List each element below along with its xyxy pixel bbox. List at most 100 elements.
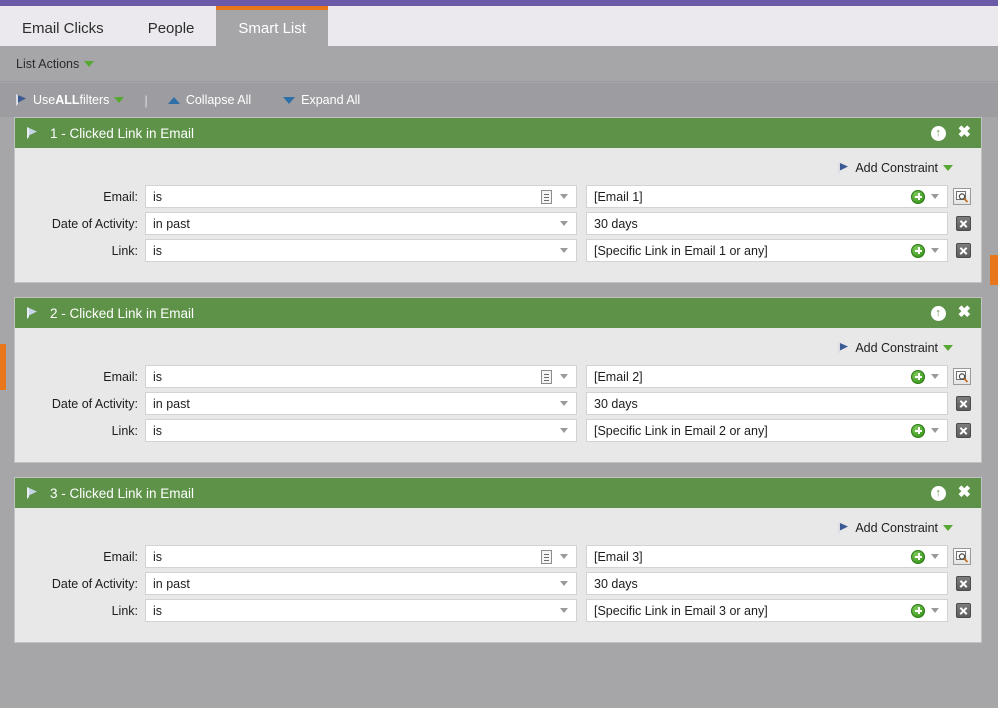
add-value-icon[interactable] [911, 603, 925, 618]
chevron-down-icon[interactable] [560, 401, 568, 406]
row-actions [948, 423, 971, 438]
value-input[interactable]: [Email 1] [586, 185, 948, 208]
panel-header-icons: ↑ ✖ [930, 125, 971, 141]
panel-header-icons: ↑ ✖ [930, 305, 971, 321]
close-icon[interactable]: ✖ [958, 305, 971, 321]
chevron-down-icon[interactable] [931, 428, 939, 433]
operator-select[interactable]: is [145, 419, 577, 442]
tab-smart-list[interactable]: Smart List [216, 6, 328, 46]
filter-panel-body: Add Constraint Email: is [Email 1] Date of A… [15, 148, 981, 282]
tab-email-clicks[interactable]: Email Clicks [0, 6, 126, 46]
list-document-icon[interactable] [541, 189, 552, 204]
tab-people[interactable]: People [126, 6, 217, 46]
up-arrow-circle-icon[interactable]: ↑ [930, 305, 946, 321]
chevron-down-icon[interactable] [560, 554, 568, 559]
filter-row-label: Link: [111, 243, 138, 258]
chevron-down-icon[interactable] [560, 428, 568, 433]
add-constraint-button[interactable]: Add Constraint [836, 341, 953, 355]
list-actions-menu[interactable]: List Actions [0, 57, 95, 71]
filter-panel-header[interactable]: 1 - Clicked Link in Email ↑ ✖ [15, 118, 981, 148]
add-value-icon[interactable] [911, 369, 925, 384]
add-value-icon[interactable] [911, 243, 925, 258]
value-input[interactable]: [Email 2] [586, 365, 948, 388]
chevron-down-icon[interactable] [560, 374, 568, 379]
operator-value: is [153, 603, 163, 618]
chevron-down-icon[interactable] [931, 248, 939, 253]
smart-list-app: Email Clicks People Smart List List Acti… [0, 0, 998, 708]
chevron-down-icon[interactable] [560, 581, 568, 586]
chevron-down-icon[interactable] [560, 608, 568, 613]
close-icon[interactable]: ✖ [958, 485, 971, 501]
value-text: [Specific Link in Email 1 or any] [594, 243, 768, 258]
panel-header-icons: ↑ ✖ [930, 485, 971, 501]
add-constraint-row: Add Constraint [25, 516, 971, 545]
delete-constraint-button[interactable] [956, 396, 971, 411]
filter-panel: 1 - Clicked Link in Email ↑ ✖ Add Constrain… [14, 117, 982, 283]
value-input[interactable]: 30 days [586, 392, 948, 415]
operator-value: is [153, 243, 163, 258]
chevron-down-icon[interactable] [931, 608, 939, 613]
value-text: 30 days [594, 396, 638, 411]
row-actions [948, 396, 971, 411]
filter-row-label: Date of Activity: [51, 216, 138, 231]
delete-constraint-button[interactable] [956, 216, 971, 231]
search-icon[interactable] [953, 368, 971, 385]
chevron-down-icon[interactable] [931, 554, 939, 559]
up-arrow-circle-icon[interactable]: ↑ [930, 485, 946, 501]
chevron-down-icon[interactable] [560, 248, 568, 253]
add-value-icon[interactable] [911, 423, 925, 438]
value-input[interactable]: [Specific Link in Email 1 or any] [586, 239, 948, 262]
operator-select[interactable]: in past [145, 572, 577, 595]
value-input[interactable]: [Email 3] [586, 545, 948, 568]
tab-bar-filler [328, 6, 998, 46]
filter-panel-body: Add Constraint Email: is [Email 2] Date of A… [15, 328, 981, 462]
add-value-icon[interactable] [911, 549, 925, 564]
use-filters-strong: ALL [55, 93, 80, 107]
value-input[interactable]: [Specific Link in Email 3 or any] [586, 599, 948, 622]
triangle-down-icon [283, 96, 296, 104]
chevron-down-icon[interactable] [560, 194, 568, 199]
value-input[interactable]: [Specific Link in Email 2 or any] [586, 419, 948, 442]
operator-select[interactable]: is [145, 185, 577, 208]
flag-icon [25, 486, 39, 500]
value-text-wrap: [Email 1] [594, 190, 911, 204]
expand-all-button[interactable]: Expand All [283, 93, 360, 107]
left-edge-marker [0, 344, 6, 390]
add-constraint-row: Add Constraint [25, 336, 971, 365]
row-actions [948, 216, 971, 231]
chevron-down-icon[interactable] [931, 194, 939, 199]
delete-constraint-button[interactable] [956, 243, 971, 258]
filter-row: Link: is [Specific Link in Email 1 or any] [25, 239, 971, 262]
operator-select[interactable]: in past [145, 212, 577, 235]
chevron-down-icon[interactable] [931, 374, 939, 379]
chevron-down-icon[interactable] [560, 221, 568, 226]
collapse-all-button[interactable]: Collapse All [167, 93, 251, 107]
list-document-icon[interactable] [541, 369, 552, 384]
operator-select[interactable]: in past [145, 392, 577, 415]
add-value-icon[interactable] [911, 189, 925, 204]
filter-row-label: Date of Activity: [51, 396, 138, 411]
right-edge-marker [990, 255, 998, 285]
delete-constraint-button[interactable] [956, 603, 971, 618]
operator-select[interactable]: is [145, 365, 577, 388]
value-input[interactable]: 30 days [586, 212, 948, 235]
value-input[interactable]: 30 days [586, 572, 948, 595]
delete-constraint-button[interactable] [956, 423, 971, 438]
search-icon[interactable] [953, 188, 971, 205]
search-icon[interactable] [953, 548, 971, 565]
operator-select[interactable]: is [145, 599, 577, 622]
operator-select[interactable]: is [145, 545, 577, 568]
value-text-wrap: 30 days [594, 577, 943, 591]
close-icon[interactable]: ✖ [958, 125, 971, 141]
list-document-icon[interactable] [541, 549, 552, 564]
filter-row: Email: is [Email 1] [25, 185, 971, 208]
use-all-filters-button[interactable]: Use ALL filters [14, 93, 125, 107]
operator-select[interactable]: is [145, 239, 577, 262]
up-arrow-circle-icon[interactable]: ↑ [930, 125, 946, 141]
value-text-wrap: [Specific Link in Email 1 or any] [594, 244, 911, 258]
filter-panel-header[interactable]: 2 - Clicked Link in Email ↑ ✖ [15, 298, 981, 328]
add-constraint-button[interactable]: Add Constraint [836, 521, 953, 535]
add-constraint-button[interactable]: Add Constraint [836, 161, 953, 175]
delete-constraint-button[interactable] [956, 576, 971, 591]
filter-panel-header[interactable]: 3 - Clicked Link in Email ↑ ✖ [15, 478, 981, 508]
